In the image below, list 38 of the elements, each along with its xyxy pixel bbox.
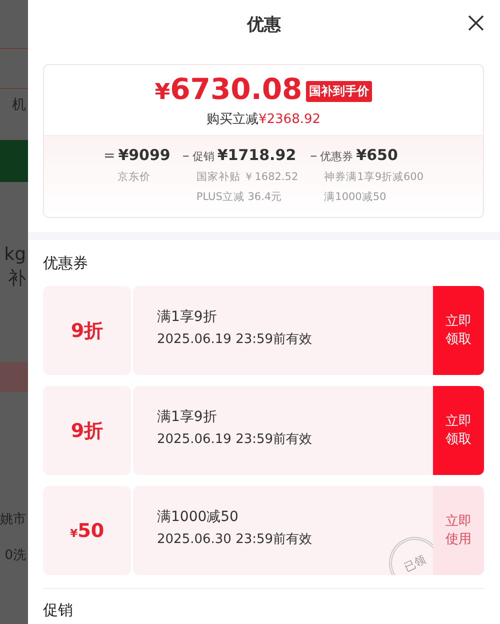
- operator-sign: –: [182, 148, 190, 164]
- background-text: 补: [8, 267, 26, 290]
- background-text: 0洗: [4, 547, 26, 564]
- close-icon: [468, 15, 484, 31]
- breakdown-value: ¥9099: [118, 146, 170, 164]
- breakdown-label: 优惠券: [320, 149, 354, 164]
- breakdown-value: ¥650: [356, 146, 398, 164]
- claim-button[interactable]: 立即领取: [433, 386, 484, 475]
- coupon-validity: 2025.06.19 23:59前有效: [157, 331, 314, 348]
- background-text: kg: [4, 244, 26, 265]
- coupon-condition: 满1享9折: [157, 408, 218, 426]
- coupon-validity: 2025.06.19 23:59前有效: [157, 431, 314, 448]
- coupon-condition: 满1享9折: [157, 308, 218, 326]
- breakdown-value: ¥1718.92: [217, 146, 296, 164]
- coupon-value: 9折: [70, 418, 104, 444]
- close-button[interactable]: [468, 15, 484, 31]
- coupon-value: 9折: [70, 318, 104, 344]
- section-heading: 优惠券: [43, 254, 89, 273]
- breakdown-detail: 国家补贴 ￥1682.52: [195, 170, 298, 185]
- final-price: ¥6730.08: [154, 72, 302, 108]
- coupon-validity: 2025.06.30 23:59前有效: [157, 531, 314, 548]
- saving-text: 购买立减¥2368.92: [206, 111, 321, 128]
- breakdown-detail: 京东价: [116, 170, 152, 185]
- background-text: 姚市: [0, 511, 26, 528]
- coupon-condition: 满1000减50: [157, 508, 240, 526]
- breakdown-label: 促销: [192, 149, 214, 164]
- operator-sign: –: [310, 148, 318, 164]
- section-heading: 促销: [43, 601, 74, 620]
- claim-button[interactable]: 立即领取: [433, 286, 484, 375]
- breakdown-detail: 满1000减50: [323, 190, 388, 205]
- use-button[interactable]: 立即使用: [433, 486, 484, 575]
- breakdown-detail: 神券满1享9折减600: [323, 170, 424, 185]
- breakdown-detail: PLUS立减 36.4元: [195, 190, 284, 205]
- background-text: 机: [12, 96, 26, 114]
- sheet-title: 优惠: [247, 14, 281, 36]
- coupon-value: ¥50: [70, 520, 104, 542]
- price-tag: 国补到手价: [306, 80, 372, 102]
- operator-sign: =: [103, 148, 116, 164]
